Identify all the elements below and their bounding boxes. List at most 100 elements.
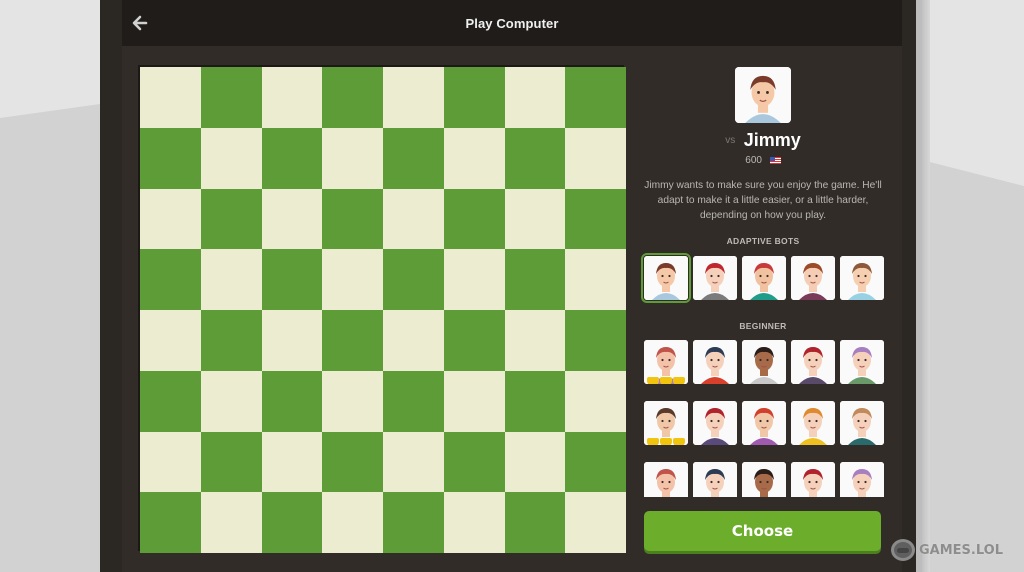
back-button[interactable] (130, 13, 150, 33)
board-square[interactable] (200, 249, 262, 310)
us-flag-icon (769, 156, 781, 164)
bot-avatar-bot-b8[interactable] (742, 401, 786, 445)
board-square[interactable] (322, 370, 383, 432)
board-square[interactable] (261, 431, 323, 493)
board-square[interactable] (261, 249, 323, 310)
board-square[interactable] (383, 249, 444, 310)
board-square[interactable] (565, 188, 626, 250)
board-square[interactable] (504, 127, 566, 189)
board-square[interactable] (565, 431, 626, 493)
bot-avatar-bot-b13[interactable] (742, 462, 786, 497)
watermark-text: GAMES.LOL (919, 542, 1004, 558)
level-badge-icon (646, 438, 686, 445)
opponent-rating: 600 (745, 155, 762, 166)
board-square[interactable] (565, 370, 626, 432)
section-label-beginner: BEGINNER (739, 321, 787, 331)
board-square[interactable] (383, 188, 444, 250)
board-square[interactable] (565, 127, 626, 189)
board-square[interactable] (443, 67, 505, 128)
bot-avatar-jimmy[interactable] (641, 253, 691, 303)
board-square[interactable] (322, 492, 383, 553)
bot-avatar-bot-b3[interactable] (742, 340, 786, 384)
board-square[interactable] (322, 249, 383, 310)
board-square[interactable] (504, 492, 566, 553)
board-square[interactable] (261, 492, 323, 553)
board-square[interactable] (200, 310, 262, 371)
board-square[interactable] (200, 67, 262, 128)
board-square[interactable] (504, 249, 566, 310)
board-square[interactable] (443, 188, 505, 250)
board-square[interactable] (200, 431, 262, 493)
choose-button[interactable]: Choose (644, 511, 881, 551)
arrow-left-icon (132, 15, 148, 31)
board-square[interactable] (322, 431, 383, 493)
board-square[interactable] (443, 249, 505, 310)
board-square[interactable] (383, 310, 444, 371)
board-square[interactable] (504, 370, 566, 432)
board-square[interactable] (322, 188, 383, 250)
board-square[interactable] (383, 431, 444, 493)
beginner-bots-list[interactable] (636, 336, 890, 497)
board-square[interactable] (200, 127, 262, 189)
bot-avatar-bot-b12[interactable] (693, 462, 737, 497)
board-square[interactable] (504, 431, 566, 493)
bot-avatar-bot-b11[interactable] (644, 462, 688, 497)
board-square[interactable] (383, 492, 444, 553)
board-square[interactable] (443, 370, 505, 432)
bot-panel: vs Jimmy 600 Jimmy wants to make sure yo… (636, 60, 890, 560)
bot-avatar-bot-b10[interactable] (840, 401, 884, 445)
board-square[interactable] (565, 67, 626, 128)
board-square[interactable] (140, 370, 201, 432)
section-label-adaptive: ADAPTIVE BOTS (726, 236, 800, 246)
board-square[interactable] (140, 188, 201, 250)
board-square[interactable] (443, 310, 505, 371)
board-square[interactable] (443, 127, 505, 189)
board-square[interactable] (322, 310, 383, 371)
board-square[interactable] (261, 67, 323, 128)
board-square[interactable] (504, 310, 566, 371)
bot-avatar-bot-b6[interactable] (644, 401, 688, 445)
board-square[interactable] (504, 188, 566, 250)
chess-board[interactable] (140, 67, 626, 553)
board-square[interactable] (383, 127, 444, 189)
bot-avatar-bot-3[interactable] (742, 256, 786, 300)
vs-label: vs (725, 135, 736, 146)
board-square[interactable] (140, 492, 201, 553)
board-square[interactable] (565, 310, 626, 371)
board-square[interactable] (140, 249, 201, 310)
opponent-name-row: vs Jimmy (636, 130, 890, 151)
board-square[interactable] (200, 188, 262, 250)
bot-avatar-bot-b1[interactable] (644, 340, 688, 384)
opponent-rating-row: 600 (636, 155, 890, 166)
board-square[interactable] (261, 127, 323, 189)
bot-avatar-bot-b2[interactable] (693, 340, 737, 384)
bot-avatar-bot-b7[interactable] (693, 401, 737, 445)
board-square[interactable] (140, 127, 201, 189)
bot-avatar-bot-b9[interactable] (791, 401, 835, 445)
board-square[interactable] (565, 492, 626, 553)
board-square[interactable] (322, 67, 383, 128)
board-square[interactable] (200, 492, 262, 553)
board-square[interactable] (140, 431, 201, 493)
board-square[interactable] (140, 67, 201, 128)
bot-avatar-bot-5[interactable] (840, 256, 884, 300)
board-square[interactable] (200, 370, 262, 432)
gamepad-logo-icon (891, 539, 915, 561)
bot-avatar-bot-b14[interactable] (791, 462, 835, 497)
bot-avatar-bot-b15[interactable] (840, 462, 884, 497)
bot-avatar-bot-b5[interactable] (840, 340, 884, 384)
board-square[interactable] (140, 310, 201, 371)
board-square[interactable] (383, 67, 444, 128)
board-square[interactable] (261, 188, 323, 250)
bot-avatar-bot-2[interactable] (693, 256, 737, 300)
board-square[interactable] (504, 67, 566, 128)
bot-avatar-bot-4[interactable] (791, 256, 835, 300)
board-square[interactable] (322, 127, 383, 189)
board-square[interactable] (261, 310, 323, 371)
board-square[interactable] (443, 492, 505, 553)
board-square[interactable] (443, 431, 505, 493)
board-square[interactable] (261, 370, 323, 432)
board-square[interactable] (565, 249, 626, 310)
board-square[interactable] (383, 370, 444, 432)
bot-avatar-bot-b4[interactable] (791, 340, 835, 384)
